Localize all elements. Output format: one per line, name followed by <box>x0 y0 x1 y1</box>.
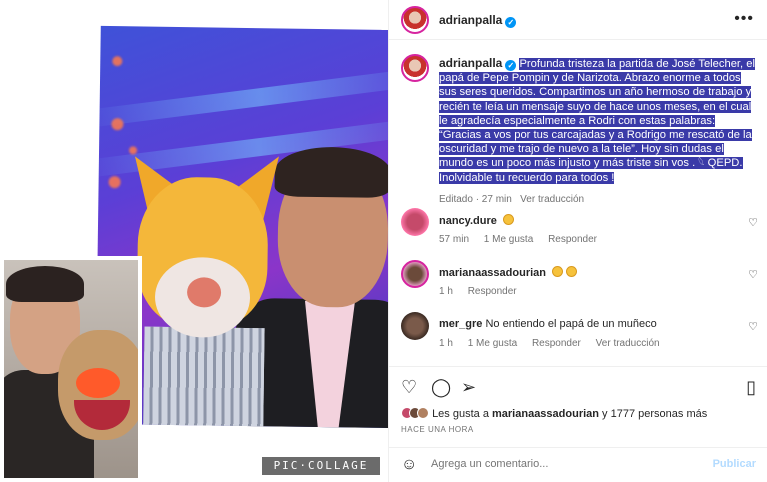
post-timestamp: HACE UNA HORA <box>401 425 474 434</box>
comment-time: 1 h <box>439 286 453 297</box>
liker-avatar <box>417 407 429 419</box>
caption-meta: Editado · 27 min Ver traducción <box>439 193 757 207</box>
post-actions: ♡ ◯ ➢ ▯ Les gusta a marianaassadourian y… <box>389 366 767 482</box>
likes-summary[interactable]: Les gusta a marianaassadourian y 1777 pe… <box>401 407 707 420</box>
heart-icon[interactable]: ♡ <box>748 320 758 333</box>
comment-username[interactable]: marianaassadourian <box>439 267 546 279</box>
avatar[interactable] <box>401 6 429 34</box>
reply-button[interactable]: Responder <box>532 338 581 349</box>
caption-username-text[interactable]: adrianpalla <box>439 56 502 70</box>
sad-emoji-icon <box>552 266 564 277</box>
likes-prefix: Les gusta a <box>432 408 492 420</box>
comment-username[interactable]: mer_gre <box>439 318 482 330</box>
comment-avatar[interactable] <box>401 312 429 340</box>
comment-body: marianaassadourian <box>439 266 578 279</box>
verified-badge-icon: ✓ <box>505 60 517 71</box>
comment-likes[interactable]: 1 Me gusta <box>484 234 533 245</box>
comment-meta: 1 h Responder <box>439 286 529 297</box>
comment-time: 1 h <box>439 338 453 349</box>
comment-avatar[interactable] <box>401 208 429 236</box>
username-text[interactable]: adrianpalla <box>439 13 502 27</box>
likes-suffix: y 1777 personas más <box>599 408 708 420</box>
likes-user[interactable]: marianaassadourian <box>492 408 599 420</box>
more-options-icon[interactable]: ••• <box>734 10 754 28</box>
caption-text: Profunda tristeza la partida de José Tel… <box>439 58 755 184</box>
comment-body: nancy.dure <box>439 214 514 227</box>
stage-light <box>111 118 124 131</box>
reply-button[interactable]: Responder <box>468 286 517 297</box>
post-side-panel: adrianpalla ✓ ••• adrianpalla ✓ Profunda t… <box>388 0 767 482</box>
comment-icon[interactable]: ◯ <box>431 377 451 398</box>
heart-icon[interactable]: ♡ <box>748 268 758 281</box>
caption-avatar[interactable] <box>401 54 429 82</box>
collage-watermark: PIC·COLLAGE <box>262 457 380 475</box>
caption: adrianpalla ✓ Profunda tristeza la partid… <box>439 56 757 207</box>
stage-light <box>112 56 123 67</box>
heart-icon[interactable]: ♡ <box>401 377 417 398</box>
publish-button[interactable]: Publicar <box>713 458 756 470</box>
comment-translate-link[interactable]: Ver traducción <box>596 338 660 349</box>
light-stripe <box>95 65 388 129</box>
comment-meta: 57 min 1 Me gusta Responder <box>439 234 609 245</box>
bookmark-icon[interactable]: ▯ <box>746 377 756 398</box>
smiley-icon[interactable]: ☺ <box>401 456 417 474</box>
caption-edited: Editado · 27 min <box>439 193 512 205</box>
caption-translate-link[interactable]: Ver traducción <box>520 194 584 205</box>
add-comment-bar: ☺ Publicar <box>389 447 767 482</box>
puppet-shirt <box>143 326 265 429</box>
reply-button[interactable]: Responder <box>548 234 597 245</box>
stage-light <box>129 146 138 155</box>
header-username[interactable]: adrianpalla ✓ <box>439 13 517 28</box>
post-header: adrianpalla ✓ ••• <box>389 0 767 40</box>
puppet-nose <box>76 368 120 398</box>
comment-text: No entiendo el papá de un muñeco <box>485 318 657 330</box>
comments-list[interactable]: adrianpalla ✓ Profunda tristeza la partid… <box>389 40 767 366</box>
caption-username[interactable]: adrianpalla ✓ <box>439 56 517 71</box>
stage-light <box>108 176 121 189</box>
comment-input[interactable] <box>431 458 691 470</box>
comment-body: mer_gre No entiendo el papá de un muñeco <box>439 318 657 330</box>
post-media[interactable]: PIC·COLLAGE <box>0 0 388 482</box>
heart-icon[interactable]: ♡ <box>748 216 758 229</box>
comment-likes[interactable]: 1 Me gusta <box>468 338 517 349</box>
verified-badge-icon: ✓ <box>505 17 517 28</box>
man-hair <box>274 146 388 198</box>
sad-emoji-icon <box>502 214 514 225</box>
comment-time: 57 min <box>439 234 470 245</box>
paper-plane-icon[interactable]: ➢ <box>461 377 476 398</box>
inset-photo <box>0 256 142 482</box>
comment-username[interactable]: nancy.dure <box>439 215 497 227</box>
man-hair <box>6 266 84 302</box>
sad-emoji-icon <box>566 266 578 277</box>
comment-meta: 1 h 1 Me gusta Responder Ver traducción <box>439 338 672 349</box>
comment-avatar[interactable] <box>401 260 429 288</box>
